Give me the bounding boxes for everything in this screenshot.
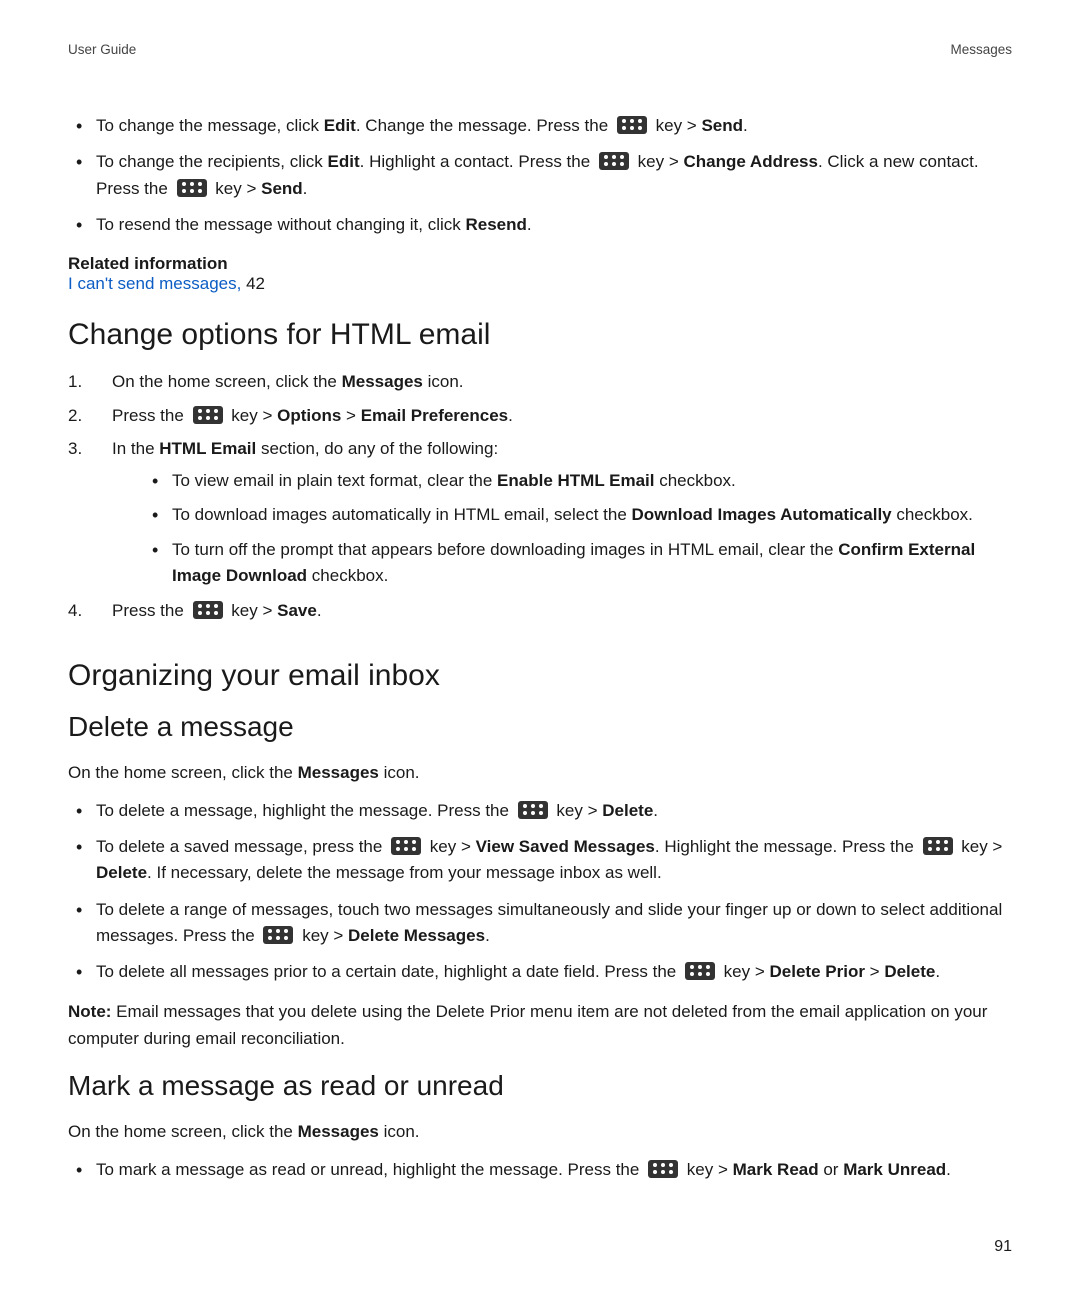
step-item: Press the key > Options > Email Preferen… <box>68 402 1012 429</box>
heading-change-html-options: Change options for HTML email <box>68 318 1012 352</box>
menu-key-icon <box>617 116 647 134</box>
delete-bullet-list: To delete a message, highlight the messa… <box>68 798 1012 986</box>
menu-key-icon <box>685 962 715 980</box>
intro-bullet-list: To change the message, click Edit. Chang… <box>68 113 1012 238</box>
menu-key-icon <box>193 601 223 619</box>
mark-bullet-list: To mark a message as read or unread, hig… <box>68 1157 1012 1183</box>
document-page: User Guide Messages To change the messag… <box>0 0 1080 1296</box>
list-item: To resend the message without changing i… <box>68 212 1012 238</box>
note-paragraph: Note: Email messages that you delete usi… <box>68 998 1012 1052</box>
menu-key-icon <box>391 837 421 855</box>
list-item: To download images automatically in HTML… <box>144 502 1012 528</box>
list-item: To delete a range of messages, touch two… <box>68 897 1012 950</box>
menu-key-icon <box>599 152 629 170</box>
page-header: User Guide Messages <box>68 42 1012 57</box>
paragraph: On the home screen, click the Messages i… <box>68 1118 1012 1145</box>
header-left: User Guide <box>68 42 136 57</box>
steps-list: On the home screen, click the Messages i… <box>68 368 1012 624</box>
related-info-heading: Related information <box>68 254 1012 274</box>
step-item: In the HTML Email section, do any of the… <box>68 435 1012 590</box>
step-item: On the home screen, click the Messages i… <box>68 368 1012 395</box>
list-item: To delete all messages prior to a certai… <box>68 959 1012 985</box>
menu-key-icon <box>263 926 293 944</box>
header-right: Messages <box>950 42 1012 57</box>
menu-key-icon <box>518 801 548 819</box>
list-item: To turn off the prompt that appears befo… <box>144 537 1012 590</box>
heading-mark-read-unread: Mark a message as read or unread <box>68 1070 1012 1102</box>
link-cant-send[interactable]: I can't send messages, <box>68 274 241 293</box>
page-number: 91 <box>994 1238 1012 1256</box>
paragraph: On the home screen, click the Messages i… <box>68 759 1012 786</box>
list-item: To view email in plain text format, clea… <box>144 468 1012 494</box>
step-item: Press the key > Save. <box>68 597 1012 624</box>
list-item: To change the recipients, click Edit. Hi… <box>68 149 1012 202</box>
menu-key-icon <box>648 1160 678 1178</box>
sub-bullet-list: To view email in plain text format, clea… <box>112 468 1012 589</box>
heading-organizing-inbox: Organizing your email inbox <box>68 659 1012 693</box>
list-item: To change the message, click Edit. Chang… <box>68 113 1012 139</box>
list-item: To delete a message, highlight the messa… <box>68 798 1012 824</box>
list-item: To delete a saved message, press the key… <box>68 834 1012 887</box>
list-item: To mark a message as read or unread, hig… <box>68 1157 1012 1183</box>
menu-key-icon <box>193 406 223 424</box>
menu-key-icon <box>177 179 207 197</box>
menu-key-icon <box>923 837 953 855</box>
heading-delete-message: Delete a message <box>68 711 1012 743</box>
related-info-link: I can't send messages, 42 <box>68 274 1012 294</box>
